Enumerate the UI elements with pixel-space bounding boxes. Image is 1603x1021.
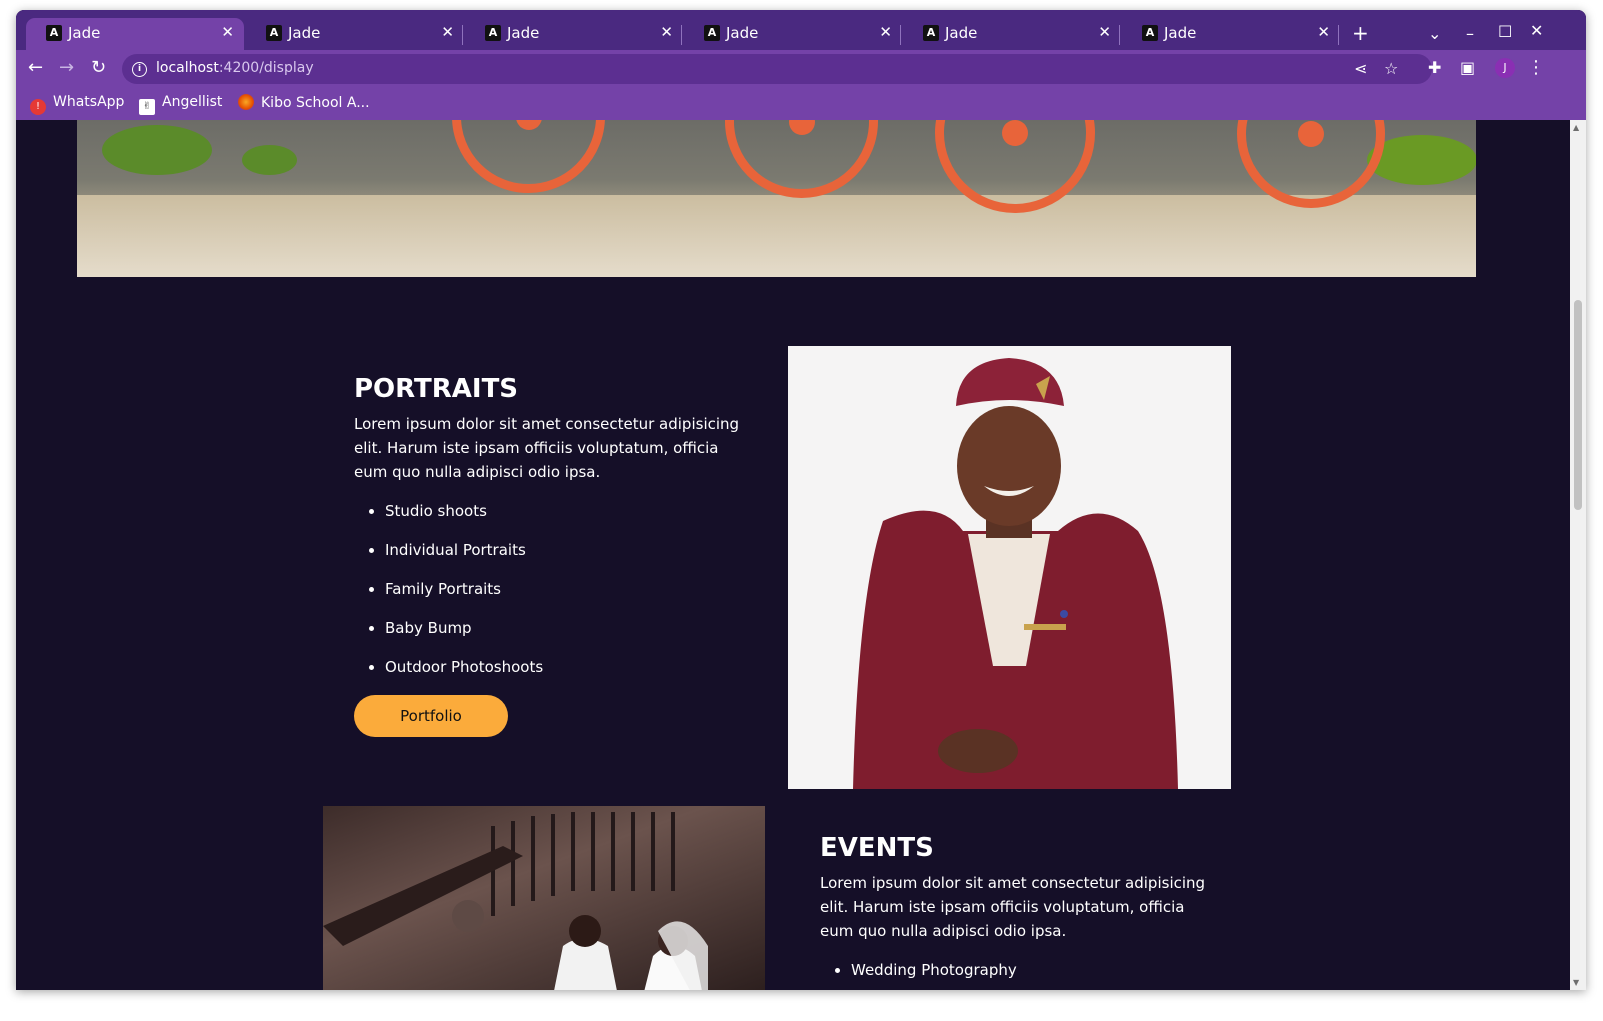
- tab-title: Jade: [726, 24, 759, 42]
- site-info-icon[interactable]: i: [132, 62, 147, 77]
- list-item: Baby Bump: [354, 618, 543, 657]
- tab-4[interactable]: A Jade ✕: [684, 18, 902, 50]
- url-host: localhost: [156, 60, 219, 76]
- reload-icon[interactable]: ↻: [91, 58, 106, 78]
- tab-search-chevron-icon[interactable]: ⌄: [1428, 24, 1441, 43]
- tab-title: Jade: [288, 24, 321, 42]
- portraits-title: PORTRAITS: [354, 374, 519, 404]
- bookmarks-bar: ! WhatsApp ✌ Angellist Kibo School A...: [16, 88, 1586, 120]
- flight-attendant-illustration: [853, 358, 1178, 789]
- scroll-up-arrow-icon[interactable]: ▲: [1573, 123, 1579, 132]
- angular-icon: A: [266, 25, 282, 41]
- pavement-shape: [77, 195, 1476, 277]
- portfolio-button[interactable]: Portfolio: [354, 695, 508, 737]
- bicycle-wheel-shape: [452, 120, 605, 193]
- browser-toolbar: ← → ↻ i localhost:4200/display ⋖ ☆ ✚ ▣ J…: [16, 50, 1586, 88]
- angular-icon: A: [923, 25, 939, 41]
- menu-kebab-icon[interactable]: ⋮: [1527, 58, 1545, 78]
- tab-title: Jade: [945, 24, 978, 42]
- bookmark-star-icon[interactable]: ☆: [1384, 59, 1398, 78]
- bookmark-whatsapp[interactable]: ! WhatsApp: [30, 94, 124, 115]
- portrait-photo: [788, 346, 1231, 789]
- back-arrow-icon[interactable]: ←: [28, 58, 43, 78]
- list-item: Family Portraits: [354, 579, 543, 618]
- close-icon[interactable]: ✕: [1317, 23, 1330, 41]
- new-tab-icon[interactable]: +: [1352, 21, 1369, 45]
- kibo-icon: [238, 94, 254, 110]
- close-icon[interactable]: ✕: [660, 23, 673, 41]
- page-viewport: PORTRAITS Lorem ipsum dolor sit amet con…: [16, 120, 1570, 990]
- list-item: Wedding Photography: [820, 960, 1017, 990]
- page-scrollbar[interactable]: ▲ ▼: [1570, 120, 1586, 990]
- events-photo: [323, 806, 765, 990]
- extensions-puzzle-icon[interactable]: ✚: [1428, 58, 1441, 78]
- tab-2[interactable]: A Jade ✕: [246, 18, 464, 50]
- tab-separator: [1119, 25, 1120, 45]
- tab-separator: [462, 25, 463, 45]
- maximize-icon[interactable]: ☐: [1498, 22, 1512, 41]
- bicycle-wheel-shape: [725, 120, 878, 198]
- bush-shape: [242, 145, 297, 175]
- url-text[interactable]: localhost:4200/display: [156, 60, 314, 76]
- events-title: EVENTS: [820, 833, 934, 863]
- hero-banner-image: [77, 120, 1476, 277]
- tab-separator: [900, 25, 901, 45]
- angular-icon: A: [1142, 25, 1158, 41]
- close-icon[interactable]: ✕: [441, 23, 454, 41]
- tab-title: Jade: [1164, 24, 1197, 42]
- close-icon[interactable]: ✕: [1098, 23, 1111, 41]
- tab-title: Jade: [507, 24, 540, 42]
- tab-5[interactable]: A Jade ✕: [903, 18, 1121, 50]
- portraits-list: Studio shoots Individual Portraits Famil…: [354, 501, 543, 696]
- angular-icon: A: [46, 25, 62, 41]
- tab-6[interactable]: A Jade ✕: [1122, 18, 1340, 50]
- bookmark-angellist[interactable]: ✌ Angellist: [139, 94, 222, 115]
- bush-shape: [102, 125, 212, 175]
- bookmark-label: WhatsApp: [53, 94, 125, 110]
- tab-separator: [681, 25, 682, 45]
- address-bar[interactable]: i localhost:4200/display ⋖ ☆: [122, 54, 1432, 84]
- scrollbar-thumb[interactable]: [1574, 300, 1582, 510]
- angular-icon: A: [485, 25, 501, 41]
- bookmark-label: Kibo School A...: [261, 95, 370, 111]
- scroll-down-arrow-icon[interactable]: ▼: [1573, 978, 1579, 987]
- list-item: Outdoor Photoshoots: [354, 657, 543, 696]
- browser-window: A Jade ✕ A Jade ✕ A Jade ✕ A Jade ✕ A Ja…: [16, 10, 1586, 990]
- list-item: Studio shoots: [354, 501, 543, 540]
- url-path: :4200/display: [218, 60, 314, 76]
- list-item: Individual Portraits: [354, 540, 543, 579]
- close-window-icon[interactable]: ✕: [1530, 21, 1543, 40]
- events-list: Wedding Photography: [820, 960, 1017, 990]
- angular-icon: A: [704, 25, 720, 41]
- side-panel-icon[interactable]: ▣: [1460, 58, 1475, 78]
- events-description: Lorem ipsum dolor sit amet consectetur a…: [820, 874, 1206, 940]
- tab-3[interactable]: A Jade ✕: [465, 18, 683, 50]
- bookmark-kibo[interactable]: Kibo School A...: [238, 94, 370, 111]
- avatar[interactable]: J: [1495, 58, 1515, 78]
- minimize-icon[interactable]: –: [1466, 24, 1474, 43]
- tab-separator: [1338, 25, 1339, 45]
- angellist-icon: ✌: [139, 99, 155, 115]
- whatsapp-icon: !: [30, 99, 46, 115]
- close-icon[interactable]: ✕: [221, 23, 234, 41]
- tab-title: Jade: [68, 24, 101, 42]
- tab-strip: A Jade ✕ A Jade ✕ A Jade ✕ A Jade ✕ A Ja…: [16, 10, 1586, 50]
- wedding-staircase-illustration: [323, 812, 708, 990]
- close-icon[interactable]: ✕: [879, 23, 892, 41]
- tab-1[interactable]: A Jade ✕: [26, 18, 244, 50]
- share-icon[interactable]: ⋖: [1354, 59, 1367, 78]
- bookmark-label: Angellist: [162, 94, 223, 110]
- portraits-description: Lorem ipsum dolor sit amet consectetur a…: [354, 415, 740, 481]
- forward-arrow-icon[interactable]: →: [59, 58, 74, 78]
